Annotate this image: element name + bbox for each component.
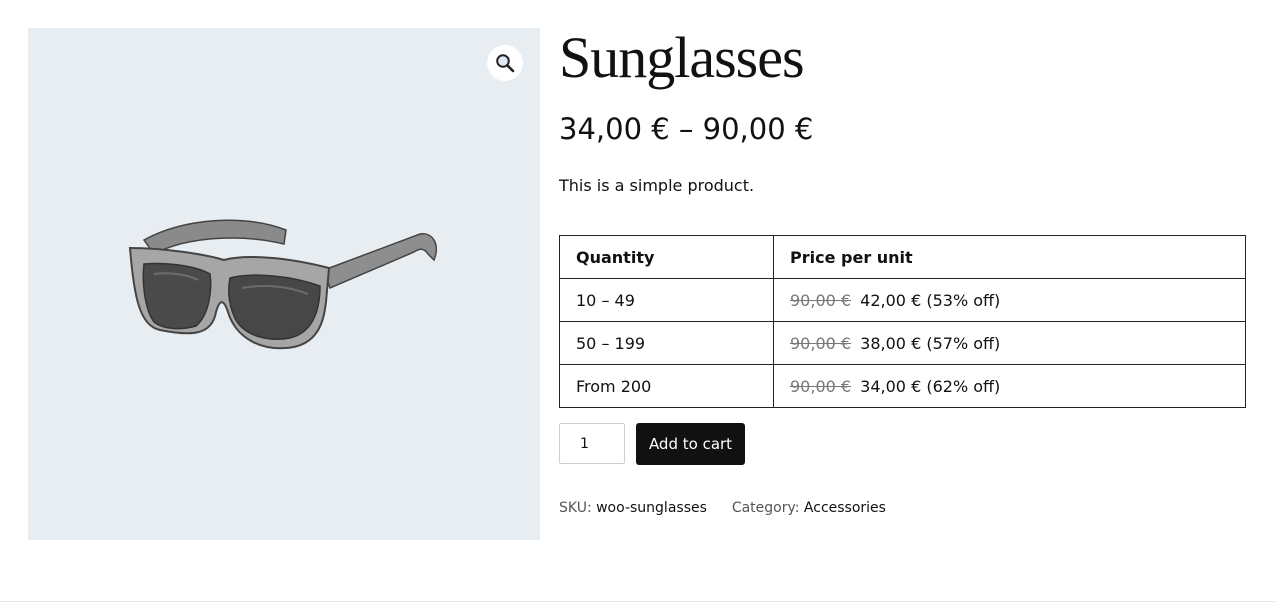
table-row: 50 – 199 90,00 € 38,00 € (57% off) — [559, 321, 1246, 365]
column-header-price: Price per unit — [773, 235, 1246, 279]
original-price: 90,00 € — [790, 333, 852, 353]
table-row: From 200 90,00 € 34,00 € (62% off) — [559, 364, 1246, 408]
tier-pricing-table: Quantity Price per unit 10 – 49 90,00 € … — [559, 235, 1246, 408]
tier-quantity: From 200 — [559, 364, 774, 408]
tier-price: 38,00 € — [860, 333, 922, 353]
original-price: 90,00 € — [790, 290, 852, 310]
tier-price-cell: 90,00 € 38,00 € (57% off) — [773, 321, 1246, 365]
category-link[interactable]: Accessories — [804, 500, 886, 516]
table-row: 10 – 49 90,00 € 42,00 € (53% off) — [559, 278, 1246, 322]
tier-price: 42,00 € — [860, 290, 922, 310]
tier-price-cell: 90,00 € 34,00 € (62% off) — [773, 364, 1246, 408]
original-price: 90,00 € — [790, 376, 852, 396]
table-header-row: Quantity Price per unit — [559, 235, 1246, 279]
category-label: Category: — [731, 500, 800, 516]
tier-quantity: 10 – 49 — [559, 278, 774, 322]
product-description: This is a simple product. — [559, 176, 755, 195]
tier-discount: (57% off) — [926, 333, 1001, 353]
sku-label: SKU: — [559, 500, 592, 516]
add-to-cart-button[interactable]: Add to cart — [636, 423, 745, 465]
price-range: 34,00 € – 90,00 € — [559, 112, 814, 146]
product-gallery — [28, 28, 540, 540]
tier-quantity: 50 – 199 — [559, 321, 774, 365]
tier-price: 34,00 € — [860, 376, 922, 396]
product-meta: SKU: woo-sunglasses Category: Accessorie… — [559, 500, 886, 516]
product-title: Sunglasses — [559, 25, 805, 90]
tier-discount: (62% off) — [926, 376, 1001, 396]
column-header-quantity: Quantity — [559, 235, 774, 279]
quantity-input[interactable] — [559, 423, 625, 464]
magnifier-icon — [496, 54, 515, 73]
zoom-button[interactable] — [487, 45, 523, 81]
footer-divider — [0, 601, 1275, 602]
sku-value: woo-sunglasses — [596, 500, 707, 516]
tier-discount: (53% off) — [926, 290, 1001, 310]
sunglasses-image — [128, 219, 438, 350]
tier-price-cell: 90,00 € 42,00 € (53% off) — [773, 278, 1246, 322]
